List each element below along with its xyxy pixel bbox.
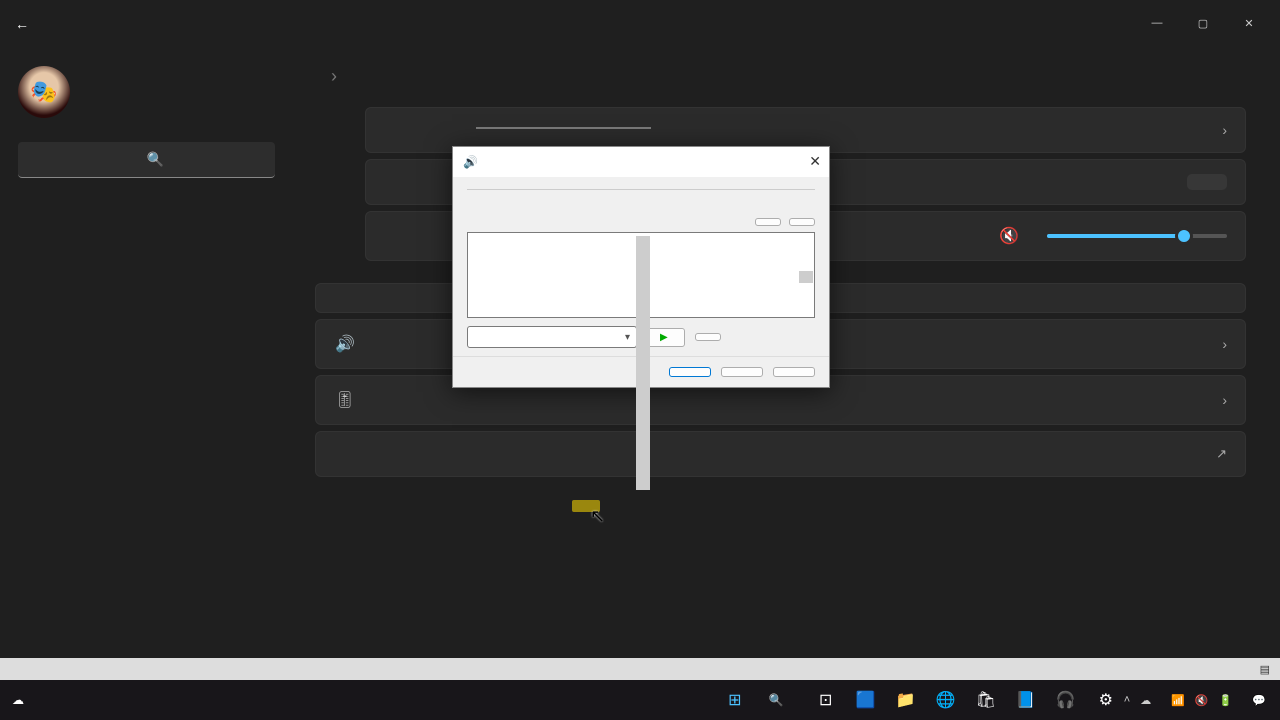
close-button[interactable]: ✕ — [1226, 8, 1272, 38]
taskbar: ☁ ⊞ 🔍 ⊡ 🟦 📁 🌐 🛍 📘 🎧 ⚙ ˄ ☁ 📶 🔇 🔋 — [0, 680, 1280, 720]
weather-icon[interactable]: ☁ — [12, 693, 24, 707]
speaker-icon: 🔊 — [334, 334, 356, 354]
cursor-highlight — [572, 500, 600, 512]
tray-chevron-icon[interactable]: ˄ — [1124, 694, 1130, 706]
onedrive-icon[interactable]: ☁ — [1140, 694, 1151, 707]
chevron-right-icon: › — [1222, 122, 1227, 138]
explorer-statusbar: ▤ — [0, 658, 1280, 680]
scrollbar-thumb[interactable] — [799, 271, 813, 283]
chevron-right-icon: › — [1222, 336, 1227, 352]
battery-icon[interactable]: 🔋 — [1219, 694, 1233, 707]
avatar: 🎭 — [18, 66, 70, 118]
minimize-button[interactable]: — — [1134, 8, 1180, 38]
store-icon[interactable]: 🛍 — [968, 684, 1004, 716]
chevron-down-icon: ▾ — [625, 332, 630, 343]
back-button[interactable]: ← — [8, 10, 36, 38]
add-device-button[interactable] — [1187, 174, 1227, 190]
taskbar-app-5[interactable]: 📘 — [1008, 684, 1044, 716]
taskbar-app-6[interactable]: 🎧 — [1048, 684, 1084, 716]
task-view-icon[interactable]: ⊡ — [808, 684, 844, 716]
volume-icon[interactable]: 🔇 — [1195, 694, 1209, 707]
chevron-right-icon: › — [1222, 392, 1227, 408]
dialog-close-button[interactable]: ✕ — [809, 153, 821, 170]
mute-icon[interactable]: 🔇 — [999, 226, 1019, 246]
edge-icon[interactable]: 🌐 — [928, 684, 964, 716]
mixer-icon: 🎚 — [334, 390, 356, 410]
delete-button[interactable] — [789, 218, 815, 226]
sounds-dropdown-list[interactable] — [476, 127, 651, 129]
dialog-icon: 🔊 — [463, 155, 478, 169]
chevron-right-icon: › — [331, 66, 337, 87]
breadcrumb: › — [315, 66, 1272, 87]
slider-thumb[interactable] — [1175, 227, 1193, 245]
test-button[interactable]: ▶ — [647, 328, 685, 347]
sounds-dropdown[interactable]: ▾ — [467, 326, 637, 348]
search-icon: 🔍 — [769, 693, 784, 707]
taskbar-search[interactable]: 🔍 — [757, 689, 804, 711]
search-input[interactable]: 🔍 — [18, 142, 275, 178]
start-button[interactable]: ⊞ — [717, 684, 753, 716]
statusbar-view-icon[interactable]: ▤ — [1260, 663, 1270, 676]
play-icon: ▶ — [660, 332, 668, 343]
cancel-button[interactable] — [721, 367, 763, 377]
save-as-button[interactable] — [755, 218, 781, 226]
taskbar-app-7[interactable]: ⚙ — [1088, 684, 1124, 716]
file-explorer-icon[interactable]: 📁 — [888, 684, 924, 716]
volume-slider[interactable] — [1047, 234, 1227, 238]
external-link-icon: ↗ — [1216, 446, 1227, 462]
dropdown-scrollbar-thumb[interactable] — [636, 236, 650, 490]
apply-button — [773, 367, 815, 377]
browse-button[interactable] — [695, 333, 721, 341]
wifi-icon[interactable]: 📶 — [1171, 694, 1185, 707]
search-icon: 🔍 — [147, 151, 264, 168]
maximize-button[interactable]: ▢ — [1180, 8, 1226, 38]
taskbar-app-1[interactable]: 🟦 — [848, 684, 884, 716]
profile-block[interactable]: 🎭 — [14, 58, 279, 134]
more-sound-settings-card[interactable]: ↗ — [315, 431, 1246, 477]
notifications-icon[interactable]: 💬 — [1252, 694, 1266, 707]
ok-button[interactable] — [669, 367, 711, 377]
